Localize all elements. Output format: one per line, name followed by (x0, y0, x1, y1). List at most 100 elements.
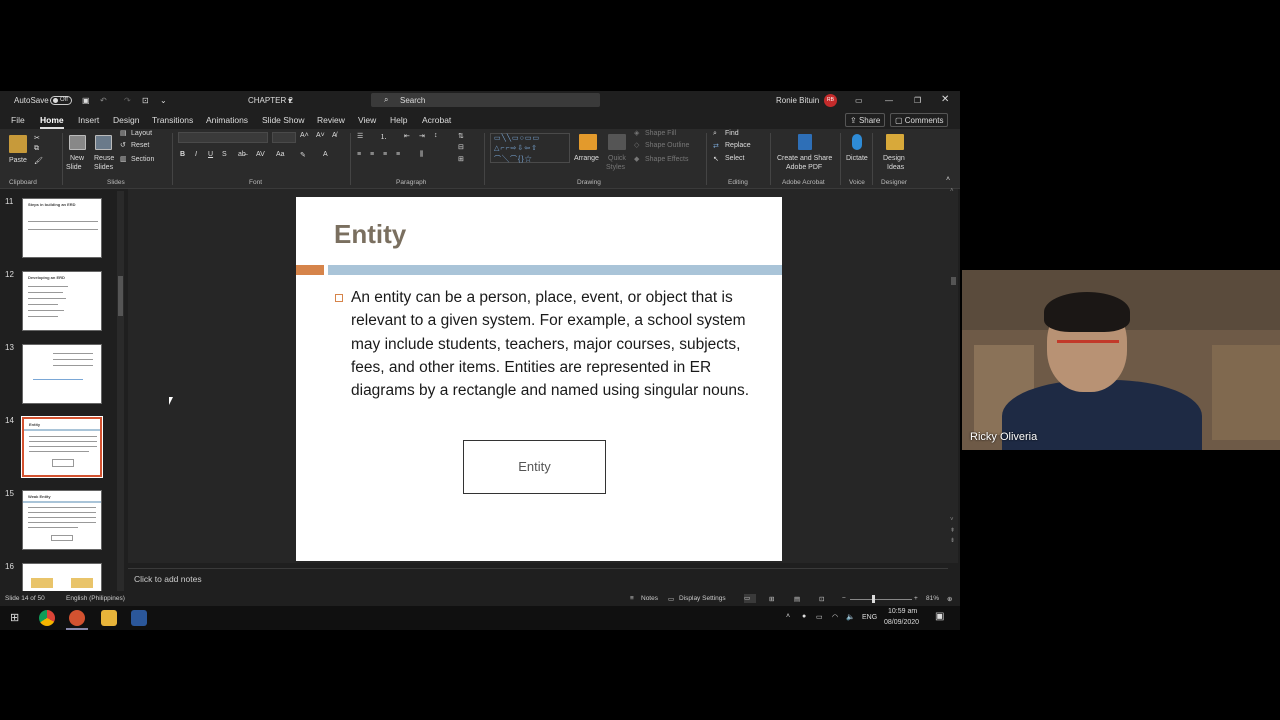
shape-fill-button[interactable]: Shape Fill (645, 130, 676, 137)
slide-thumbnail[interactable]: Developing an ERD (22, 271, 102, 331)
slide-body-text[interactable]: An entity can be a person, place, event,… (351, 286, 766, 402)
thumbnails-scrollbar[interactable] (117, 191, 124, 591)
next-slide-icon[interactable]: ⇟ (950, 537, 955, 544)
avatar[interactable]: RB (824, 94, 837, 107)
tab-design[interactable]: Design (113, 115, 139, 125)
scrollbar-thumb[interactable] (951, 277, 956, 285)
video-tile[interactable]: Ricky Oliveria (962, 270, 1280, 450)
tab-slide-show[interactable]: Slide Show (262, 115, 305, 125)
replace-button[interactable]: Replace (725, 142, 751, 149)
align-center-icon[interactable]: ≡ (370, 151, 374, 158)
editor-scrollbar[interactable]: ˄ ˅ ⇞ ⇟ (949, 188, 958, 563)
microphone-icon[interactable] (852, 134, 862, 150)
tab-home[interactable]: Home (40, 115, 64, 129)
slide-thumbnail[interactable]: Steps in building an ERD (22, 198, 102, 258)
minimize-icon[interactable]: — (885, 96, 893, 105)
char-spacing-icon[interactable]: AV (256, 151, 265, 158)
slideshow-icon[interactable]: ⊡ (819, 595, 824, 603)
tab-file[interactable]: File (11, 115, 25, 125)
collapse-ribbon-icon[interactable]: ˄ (946, 176, 950, 183)
save-icon[interactable]: ▣ (82, 96, 90, 105)
tab-insert[interactable]: Insert (78, 115, 99, 125)
chrome-icon[interactable] (39, 610, 55, 626)
reset-button[interactable]: Reset (131, 142, 149, 149)
close-icon[interactable]: ✕ (941, 94, 949, 105)
notes-pane[interactable]: Click to add notes (128, 568, 948, 590)
bold-button[interactable]: B (180, 151, 185, 158)
share-button[interactable]: ⇪ Share (845, 113, 886, 127)
italic-button[interactable]: I (195, 151, 197, 158)
reading-view-icon[interactable]: ▤ (794, 595, 800, 603)
ribbon-display-icon[interactable]: ▭ (855, 96, 863, 105)
design-ideas-icon[interactable] (886, 134, 904, 150)
copy-icon[interactable]: ⧉ (34, 145, 39, 153)
clear-format-icon[interactable]: A̸ (332, 132, 337, 139)
change-case-icon[interactable]: Aa (276, 151, 285, 158)
user-name[interactable]: Ronie Bituin (776, 96, 819, 105)
align-left-icon[interactable]: ≡ (357, 151, 361, 158)
volume-icon[interactable]: 🔈 (846, 613, 855, 621)
font-name-box[interactable] (178, 132, 268, 143)
tab-help[interactable]: Help (390, 115, 407, 125)
find-button[interactable]: Find (725, 130, 739, 137)
tab-acrobat[interactable]: Acrobat (422, 115, 451, 125)
format-painter-icon[interactable]: 🖌 (34, 157, 43, 165)
redo-icon[interactable]: ↷ (124, 96, 131, 105)
reuse-slides-icon[interactable] (95, 135, 112, 150)
quick-styles-label-1[interactable]: Quick (608, 155, 626, 162)
columns-icon[interactable]: ⫼ (420, 151, 423, 159)
slide-thumbnail[interactable]: Weak Entity (22, 490, 102, 550)
paste-label[interactable]: Paste (9, 157, 27, 164)
shape-effects-button[interactable]: Shape Effects (645, 156, 688, 163)
new-slide-label-1[interactable]: New (70, 155, 84, 162)
arrange-icon[interactable] (579, 134, 597, 150)
slide-title[interactable]: Entity (334, 219, 406, 250)
scrollbar-thumb[interactable] (118, 276, 123, 316)
taskbar-time[interactable]: 10:59 am (888, 608, 917, 615)
decrease-indent-icon[interactable]: ⇤ (404, 132, 410, 140)
justify-icon[interactable]: ≡ (396, 151, 400, 158)
scroll-up-icon[interactable]: ˄ (950, 188, 954, 194)
tab-animations[interactable]: Animations (206, 115, 248, 125)
slide-thumbnail-selected[interactable]: Entity (21, 416, 103, 478)
layout-button[interactable]: Layout (131, 130, 152, 137)
numbering-icon[interactable]: ⒈ (380, 132, 387, 142)
underline-button[interactable]: U (208, 151, 213, 158)
reuse-label-1[interactable]: Reuse (94, 155, 114, 162)
tab-view[interactable]: View (358, 115, 376, 125)
new-slide-icon[interactable] (69, 135, 86, 150)
slide-thumbnail[interactable] (22, 563, 102, 591)
restore-icon[interactable]: ❐ (914, 96, 921, 105)
new-slide-label-2[interactable]: Slide (66, 164, 82, 171)
font-size-box[interactable] (272, 132, 296, 143)
taskbar-language[interactable]: ENG (862, 614, 877, 621)
increase-indent-icon[interactable]: ⇥ (419, 132, 425, 140)
document-title[interactable]: CHAPTER 2 (248, 96, 293, 105)
highlight-icon[interactable]: ✎ (300, 151, 306, 159)
strikethrough-icon[interactable]: ab̶ (238, 151, 246, 158)
notification-icon[interactable]: ▣ (935, 611, 944, 622)
entity-rectangle-shape[interactable]: Entity (463, 440, 606, 494)
slide-sorter-icon[interactable]: ⊞ (769, 595, 774, 603)
powerpoint-taskbar-icon[interactable] (66, 610, 88, 630)
bullets-icon[interactable]: ☰ (357, 132, 363, 140)
shapes-gallery[interactable]: ▭╲╲▭○▭▭ △⌐⌐⇨⇩⇦⇧ ⌒╲⌒{}☆ (490, 133, 570, 163)
shrink-font-icon[interactable]: A˅ (316, 132, 325, 139)
autosave-toggle[interactable]: Off (50, 96, 72, 105)
normal-view-icon[interactable]: ▭ (744, 594, 756, 603)
customize-qat-icon[interactable]: ⌄ (160, 96, 167, 105)
display-settings-button[interactable]: Display Settings (679, 595, 726, 602)
network-icon[interactable]: ◠ (832, 613, 838, 621)
tab-transitions[interactable]: Transitions (152, 115, 193, 125)
scroll-down-icon[interactable]: ˅ (950, 517, 954, 523)
language-indicator[interactable]: English (Philippines) (66, 595, 125, 602)
text-direction-icon[interactable]: ⇅ (458, 132, 464, 140)
design-ideas-label-2[interactable]: Ideas (887, 164, 904, 171)
dictate-label[interactable]: Dictate (846, 155, 868, 162)
grow-font-icon[interactable]: A˄ (300, 132, 309, 139)
slide-canvas[interactable]: Entity An entity can be a person, place,… (296, 197, 782, 561)
undo-icon[interactable]: ↶ (100, 96, 107, 105)
tab-review[interactable]: Review (317, 115, 345, 125)
cut-icon[interactable]: ✂ (34, 134, 40, 142)
word-icon[interactable] (131, 610, 147, 626)
